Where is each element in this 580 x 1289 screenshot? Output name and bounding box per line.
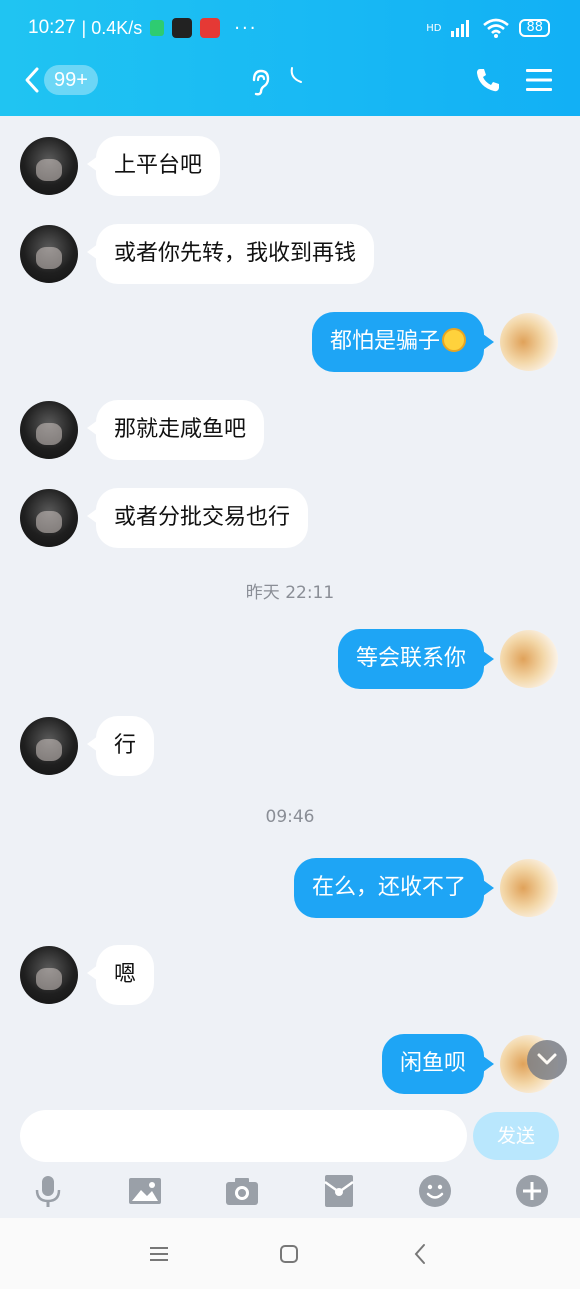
status-bar: 10:27 | 0.4K/s ··· HD 88	[28, 14, 550, 42]
unread-count-badge[interactable]: 99+	[44, 65, 98, 95]
contact-avatar[interactable]	[20, 717, 78, 775]
message-bubble[interactable]: 在么，还收不了	[293, 858, 495, 918]
message-bubble[interactable]: 都怕是骗子	[311, 312, 495, 372]
message-bubble[interactable]: 嗯	[86, 945, 155, 1005]
nav-bar: 99+	[0, 60, 580, 100]
system-navigation-bar	[0, 1218, 580, 1289]
message-input[interactable]	[20, 1110, 467, 1162]
battery-indicator: 88	[519, 19, 550, 37]
moon-icon	[290, 67, 302, 83]
chat-header: 10:27 | 0.4K/s ··· HD 88 99+	[0, 0, 580, 116]
my-avatar[interactable]	[500, 859, 558, 917]
shield-app-icon	[150, 20, 165, 36]
message-text: 都怕是骗子	[329, 329, 440, 354]
status-speed: | 0.4K/s	[81, 17, 143, 38]
chevron-down-icon	[537, 1053, 557, 1065]
wifi-icon	[483, 18, 510, 38]
phone-icon[interactable]	[474, 66, 502, 94]
hd-label: HD	[426, 22, 442, 34]
ear-icon[interactable]	[246, 68, 272, 96]
message-bubble[interactable]: 或者你先转，我收到再钱	[86, 224, 375, 284]
contact-avatar[interactable]	[20, 225, 78, 283]
menu-icon[interactable]	[526, 68, 552, 92]
timestamp: 09:46	[265, 807, 315, 827]
contact-avatar[interactable]	[20, 489, 78, 547]
message-outgoing: 等会联系你	[0, 629, 580, 689]
my-avatar[interactable]	[500, 630, 558, 688]
red-packet-icon[interactable]	[322, 1174, 356, 1208]
emoji-icon[interactable]	[418, 1174, 452, 1208]
message-outgoing: 都怕是骗子	[0, 312, 580, 372]
camera-icon[interactable]	[225, 1174, 259, 1208]
message-incoming: 那就走咸鱼吧	[0, 400, 580, 460]
message-list[interactable]: 上平台吧 或者你先转，我收到再钱 都怕是骗子 那就走咸鱼吧 或者分批交易也行 昨…	[0, 116, 580, 1106]
composer: 发送	[0, 1106, 580, 1166]
contact-avatar[interactable]	[20, 137, 78, 195]
home-icon[interactable]	[277, 1242, 301, 1266]
back-chevron-icon[interactable]	[22, 66, 44, 94]
message-incoming: 或者分批交易也行	[0, 488, 580, 548]
input-toolbar	[0, 1166, 580, 1218]
send-button[interactable]: 发送	[473, 1112, 559, 1160]
plus-icon[interactable]	[515, 1174, 549, 1208]
my-avatar[interactable]	[500, 313, 558, 371]
message-outgoing: 在么，还收不了	[0, 858, 580, 918]
message-bubble[interactable]: 上平台吧	[86, 136, 221, 196]
more-notifications-icon: ···	[234, 17, 258, 39]
message-incoming: 嗯	[0, 945, 580, 1005]
message-incoming: 上平台吧	[0, 136, 580, 196]
contact-avatar[interactable]	[20, 401, 78, 459]
timestamp: 昨天 22:11	[245, 583, 335, 603]
back-icon[interactable]	[409, 1242, 433, 1266]
status-time: 10:27	[28, 17, 76, 38]
image-icon[interactable]	[128, 1174, 162, 1208]
recent-apps-icon[interactable]	[147, 1242, 171, 1266]
message-outgoing: 闲鱼呗	[0, 1034, 580, 1094]
microphone-icon[interactable]	[31, 1174, 65, 1208]
message-bubble[interactable]: 等会联系你	[337, 629, 495, 689]
message-bubble[interactable]: 闲鱼呗	[381, 1034, 495, 1094]
message-incoming: 或者你先转，我收到再钱	[0, 224, 580, 284]
scroll-to-bottom-button[interactable]	[527, 1040, 567, 1080]
message-bubble[interactable]: 或者分批交易也行	[86, 488, 309, 548]
grin-emoji-icon	[442, 328, 466, 352]
contact-avatar[interactable]	[20, 946, 78, 1004]
message-bubble[interactable]: 行	[86, 716, 155, 776]
app-notification-icon	[172, 18, 193, 38]
signal-icon	[451, 20, 470, 37]
bank-app-icon	[200, 18, 221, 38]
message-incoming: 行	[0, 716, 580, 776]
message-bubble[interactable]: 那就走咸鱼吧	[86, 400, 265, 460]
